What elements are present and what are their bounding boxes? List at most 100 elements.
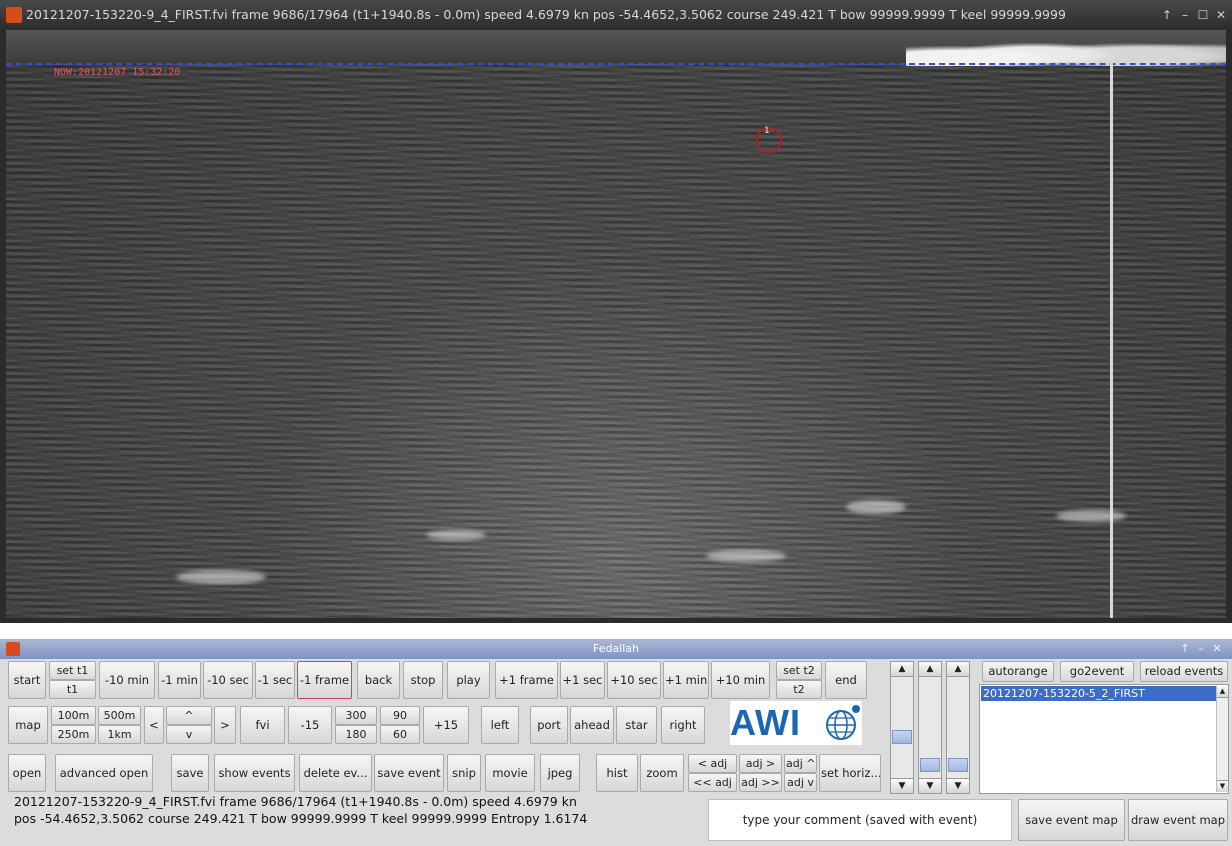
wave-highlight xyxy=(846,500,906,514)
hist-button[interactable]: hist xyxy=(596,754,638,792)
heading-300-button[interactable]: 300 xyxy=(335,706,377,725)
vertical-slider-1[interactable]: ▲ ▼ xyxy=(890,661,914,794)
slider-up-arrow-icon[interactable]: ▲ xyxy=(919,662,941,677)
jpeg-button[interactable]: jpeg xyxy=(540,754,580,792)
set-t2-button[interactable]: set t2 xyxy=(776,661,822,680)
iceberg xyxy=(906,30,1226,66)
scale-500m-button[interactable]: 500m xyxy=(98,706,141,725)
minus-1-sec-button[interactable]: -1 sec xyxy=(255,661,295,699)
maximize-icon[interactable]: ☐ xyxy=(1194,0,1212,30)
minus-10-min-button[interactable]: -10 min xyxy=(99,661,155,699)
pan-down-button[interactable]: v xyxy=(166,725,212,744)
heading-180-button[interactable]: 180 xyxy=(335,725,377,744)
adj-up-button[interactable]: adj ^ xyxy=(784,754,817,773)
view-left-button[interactable]: left xyxy=(481,706,519,744)
plus-1-frame-button[interactable]: +1 frame xyxy=(495,661,558,699)
pan-up-button[interactable]: ^ xyxy=(166,706,212,725)
plus-10-sec-button[interactable]: +10 sec xyxy=(607,661,661,699)
t2-button[interactable]: t2 xyxy=(776,680,822,699)
end-button[interactable]: end xyxy=(825,661,867,699)
t1-button[interactable]: t1 xyxy=(49,680,96,699)
snip-button[interactable]: snip xyxy=(447,754,481,792)
autorange-button[interactable]: autorange xyxy=(982,661,1054,682)
scale-1km-button[interactable]: 1km xyxy=(98,725,141,744)
adj-down-button[interactable]: adj v xyxy=(784,773,817,792)
reload-events-button[interactable]: reload events xyxy=(1140,661,1228,682)
minus-1-frame-button[interactable]: -1 frame xyxy=(297,661,352,699)
save-event-button[interactable]: save event xyxy=(374,754,444,792)
scroll-down-arrow-icon[interactable]: ▼ xyxy=(1217,780,1228,792)
viewer-titlebar: 20121207-153220-9_4_FIRST.fvi frame 9686… xyxy=(0,0,1232,30)
slider-down-arrow-icon[interactable]: ▼ xyxy=(891,778,913,793)
adj-far-left-button[interactable]: << adj xyxy=(688,773,737,792)
movie-button[interactable]: movie xyxy=(485,754,535,792)
go2event-button[interactable]: go2event xyxy=(1060,661,1134,682)
heading-marker-line xyxy=(1110,60,1113,618)
heading-60-button[interactable]: 60 xyxy=(380,725,420,744)
plus-15-button[interactable]: +15 xyxy=(423,706,469,744)
minus-15-button[interactable]: -15 xyxy=(288,706,332,744)
comment-field[interactable]: type your comment (saved with event) xyxy=(708,799,1012,841)
heading-90-button[interactable]: 90 xyxy=(380,706,420,725)
control-titlebar: Fedallah ↑ – ✕ xyxy=(0,639,1232,659)
slider-thumb[interactable] xyxy=(920,758,940,772)
plus-10-min-button[interactable]: +10 min xyxy=(711,661,770,699)
wave-highlight xyxy=(1056,510,1126,522)
close-icon[interactable]: ✕ xyxy=(1210,639,1224,659)
pan-right-button[interactable]: > xyxy=(214,706,236,744)
show-events-button[interactable]: show events xyxy=(214,754,295,792)
scale-250m-button[interactable]: 250m xyxy=(51,725,96,744)
slider-up-arrow-icon[interactable]: ▲ xyxy=(891,662,913,677)
pan-left-button[interactable]: < xyxy=(144,706,164,744)
vertical-slider-3[interactable]: ▲ ▼ xyxy=(946,661,970,794)
stop-button[interactable]: stop xyxy=(403,661,443,699)
play-button[interactable]: play xyxy=(447,661,490,699)
infrared-frame[interactable]: NOW:20121207 15:32:20 1 xyxy=(6,30,1226,618)
map-button[interactable]: map xyxy=(8,706,48,744)
slider-thumb[interactable] xyxy=(892,730,912,744)
start-button[interactable]: start xyxy=(8,661,46,699)
minimize-icon[interactable]: – xyxy=(1176,0,1194,30)
adj-right-button[interactable]: adj > xyxy=(739,754,782,773)
status-line-2: pos -54.4652,3.5062 course 249.421 T bow… xyxy=(14,811,588,826)
view-ahead-button[interactable]: ahead xyxy=(570,706,614,744)
adj-far-right-button[interactable]: adj >> xyxy=(739,773,782,792)
slider-up-arrow-icon[interactable]: ▲ xyxy=(947,662,969,677)
back-button[interactable]: back xyxy=(357,661,400,699)
delete-events-button[interactable]: delete ev... xyxy=(299,754,372,792)
slider-thumb[interactable] xyxy=(948,758,968,772)
fvi-button[interactable]: fvi xyxy=(240,706,285,744)
video-viewer-window: 20121207-153220-9_4_FIRST.fvi frame 9686… xyxy=(0,0,1232,623)
draw-event-map-button[interactable]: draw event map xyxy=(1128,799,1228,841)
minus-1-min-button[interactable]: -1 min xyxy=(158,661,201,699)
close-icon[interactable]: ✕ xyxy=(1212,0,1230,30)
scale-100m-button[interactable]: 100m xyxy=(51,706,96,725)
scroll-up-arrow-icon[interactable]: ▲ xyxy=(1217,686,1228,698)
zoom-button[interactable]: zoom xyxy=(640,754,684,792)
plus-1-min-button[interactable]: +1 min xyxy=(663,661,709,699)
view-star-button[interactable]: star xyxy=(616,706,657,744)
set-t1-button[interactable]: set t1 xyxy=(49,661,96,680)
view-right-button[interactable]: right xyxy=(661,706,705,744)
window-up-icon[interactable]: ↑ xyxy=(1158,0,1176,30)
slider-down-arrow-icon[interactable]: ▼ xyxy=(919,778,941,793)
app-icon xyxy=(6,642,20,656)
slider-down-arrow-icon[interactable]: ▼ xyxy=(947,778,969,793)
minimize-icon[interactable]: – xyxy=(1194,639,1208,659)
minus-10-sec-button[interactable]: -10 sec xyxy=(203,661,253,699)
save-event-map-button[interactable]: save event map xyxy=(1018,799,1125,841)
events-list[interactable]: 20121207-153220-5_2_FIRST ▲ ▼ xyxy=(979,684,1229,794)
list-item[interactable]: 20121207-153220-5_2_FIRST xyxy=(981,686,1216,701)
app-icon xyxy=(6,7,22,23)
vertical-slider-2[interactable]: ▲ ▼ xyxy=(918,661,942,794)
plus-1-sec-button[interactable]: +1 sec xyxy=(560,661,605,699)
adj-left-button[interactable]: < adj xyxy=(688,754,737,773)
status-line-1: 20121207-153220-9_4_FIRST.fvi frame 9686… xyxy=(14,794,577,809)
set-horizon-button[interactable]: set horiz... xyxy=(819,754,881,792)
view-port-button[interactable]: port xyxy=(530,706,568,744)
events-scrollbar[interactable]: ▲ ▼ xyxy=(1216,686,1228,792)
open-button[interactable]: open xyxy=(8,754,46,792)
save-button[interactable]: save xyxy=(171,754,209,792)
advanced-open-button[interactable]: advanced open xyxy=(55,754,153,792)
window-up-icon[interactable]: ↑ xyxy=(1178,639,1192,659)
